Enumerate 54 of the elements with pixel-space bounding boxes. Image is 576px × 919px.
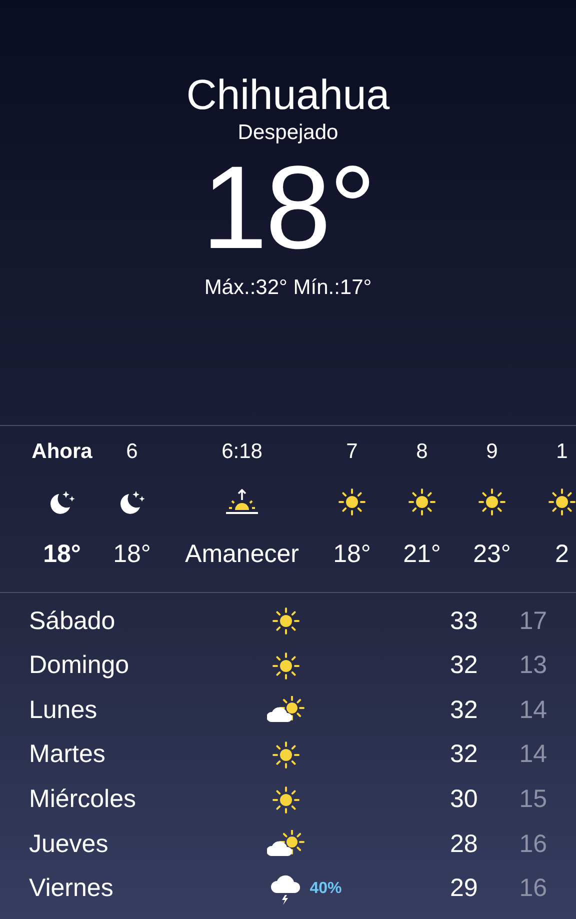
high-temperature: 32 (448, 694, 478, 726)
city-name: Chihuahua (185, 70, 391, 120)
low-temperature: 16 (518, 828, 547, 860)
day-name: Miércoles (29, 784, 137, 815)
sun-icon (548, 488, 576, 516)
high-temperature: 28 (448, 828, 478, 860)
low-temperature: 15 (518, 784, 547, 815)
hour-label: 9 (485, 439, 499, 465)
high-temperature: 32 (448, 739, 478, 770)
day-name: Martes (29, 739, 106, 770)
moon-icon (48, 489, 76, 515)
low-temperature: 13 (518, 650, 547, 682)
precipitation-chance: 40% (310, 880, 342, 897)
sunrise-icon (225, 489, 259, 515)
high-temperature: 33 (448, 606, 478, 637)
sun-icon (478, 488, 506, 516)
hour-label: 6:18 (220, 439, 264, 465)
hour-label: Ahora (30, 439, 94, 465)
hour-temperature: 18° (332, 539, 372, 569)
partly-cloudy-icon (267, 696, 306, 724)
sun-icon (272, 607, 300, 636)
day-name: Lunes (29, 694, 98, 726)
low-temperature: 16 (518, 873, 547, 904)
sun-icon (338, 488, 366, 516)
hour-temperature: 23° (472, 539, 512, 569)
sun-icon (272, 786, 300, 814)
hour-temperature: 21° (402, 539, 442, 569)
high-low-temperature: Máx.:32° Mín.:17° (203, 275, 373, 301)
sun-icon (272, 652, 300, 680)
current-temperature: 18° (200, 146, 376, 270)
high-temperature: 32 (448, 650, 478, 682)
low-temperature: 17 (518, 606, 547, 637)
weather-condition: Despejado (236, 120, 340, 146)
hour-label: 7 (345, 439, 359, 465)
hour-label: 8 (415, 439, 429, 465)
high-temperature: 29 (448, 873, 478, 904)
hour-label: 1 (555, 439, 569, 465)
hour-label: 6 (125, 439, 139, 465)
high-temperature: 30 (448, 784, 478, 815)
day-name: Viernes (29, 873, 114, 904)
day-name: Sábado (29, 606, 116, 637)
hour-temperature: 2 (554, 539, 570, 569)
low-temperature: 14 (518, 694, 547, 726)
moon-icon (118, 489, 146, 515)
sun-icon (408, 488, 436, 516)
hour-temperature: 18° (42, 539, 82, 569)
hour-temperature: 18° (112, 539, 152, 569)
day-name: Jueves (29, 828, 110, 860)
sun-icon (272, 741, 300, 770)
partly-cloudy-icon (267, 830, 306, 858)
low-temperature: 14 (518, 739, 547, 770)
sunrise-label: Amanecer (184, 539, 300, 569)
day-name: Domingo (29, 650, 130, 682)
thunderstorm-icon (271, 872, 302, 905)
